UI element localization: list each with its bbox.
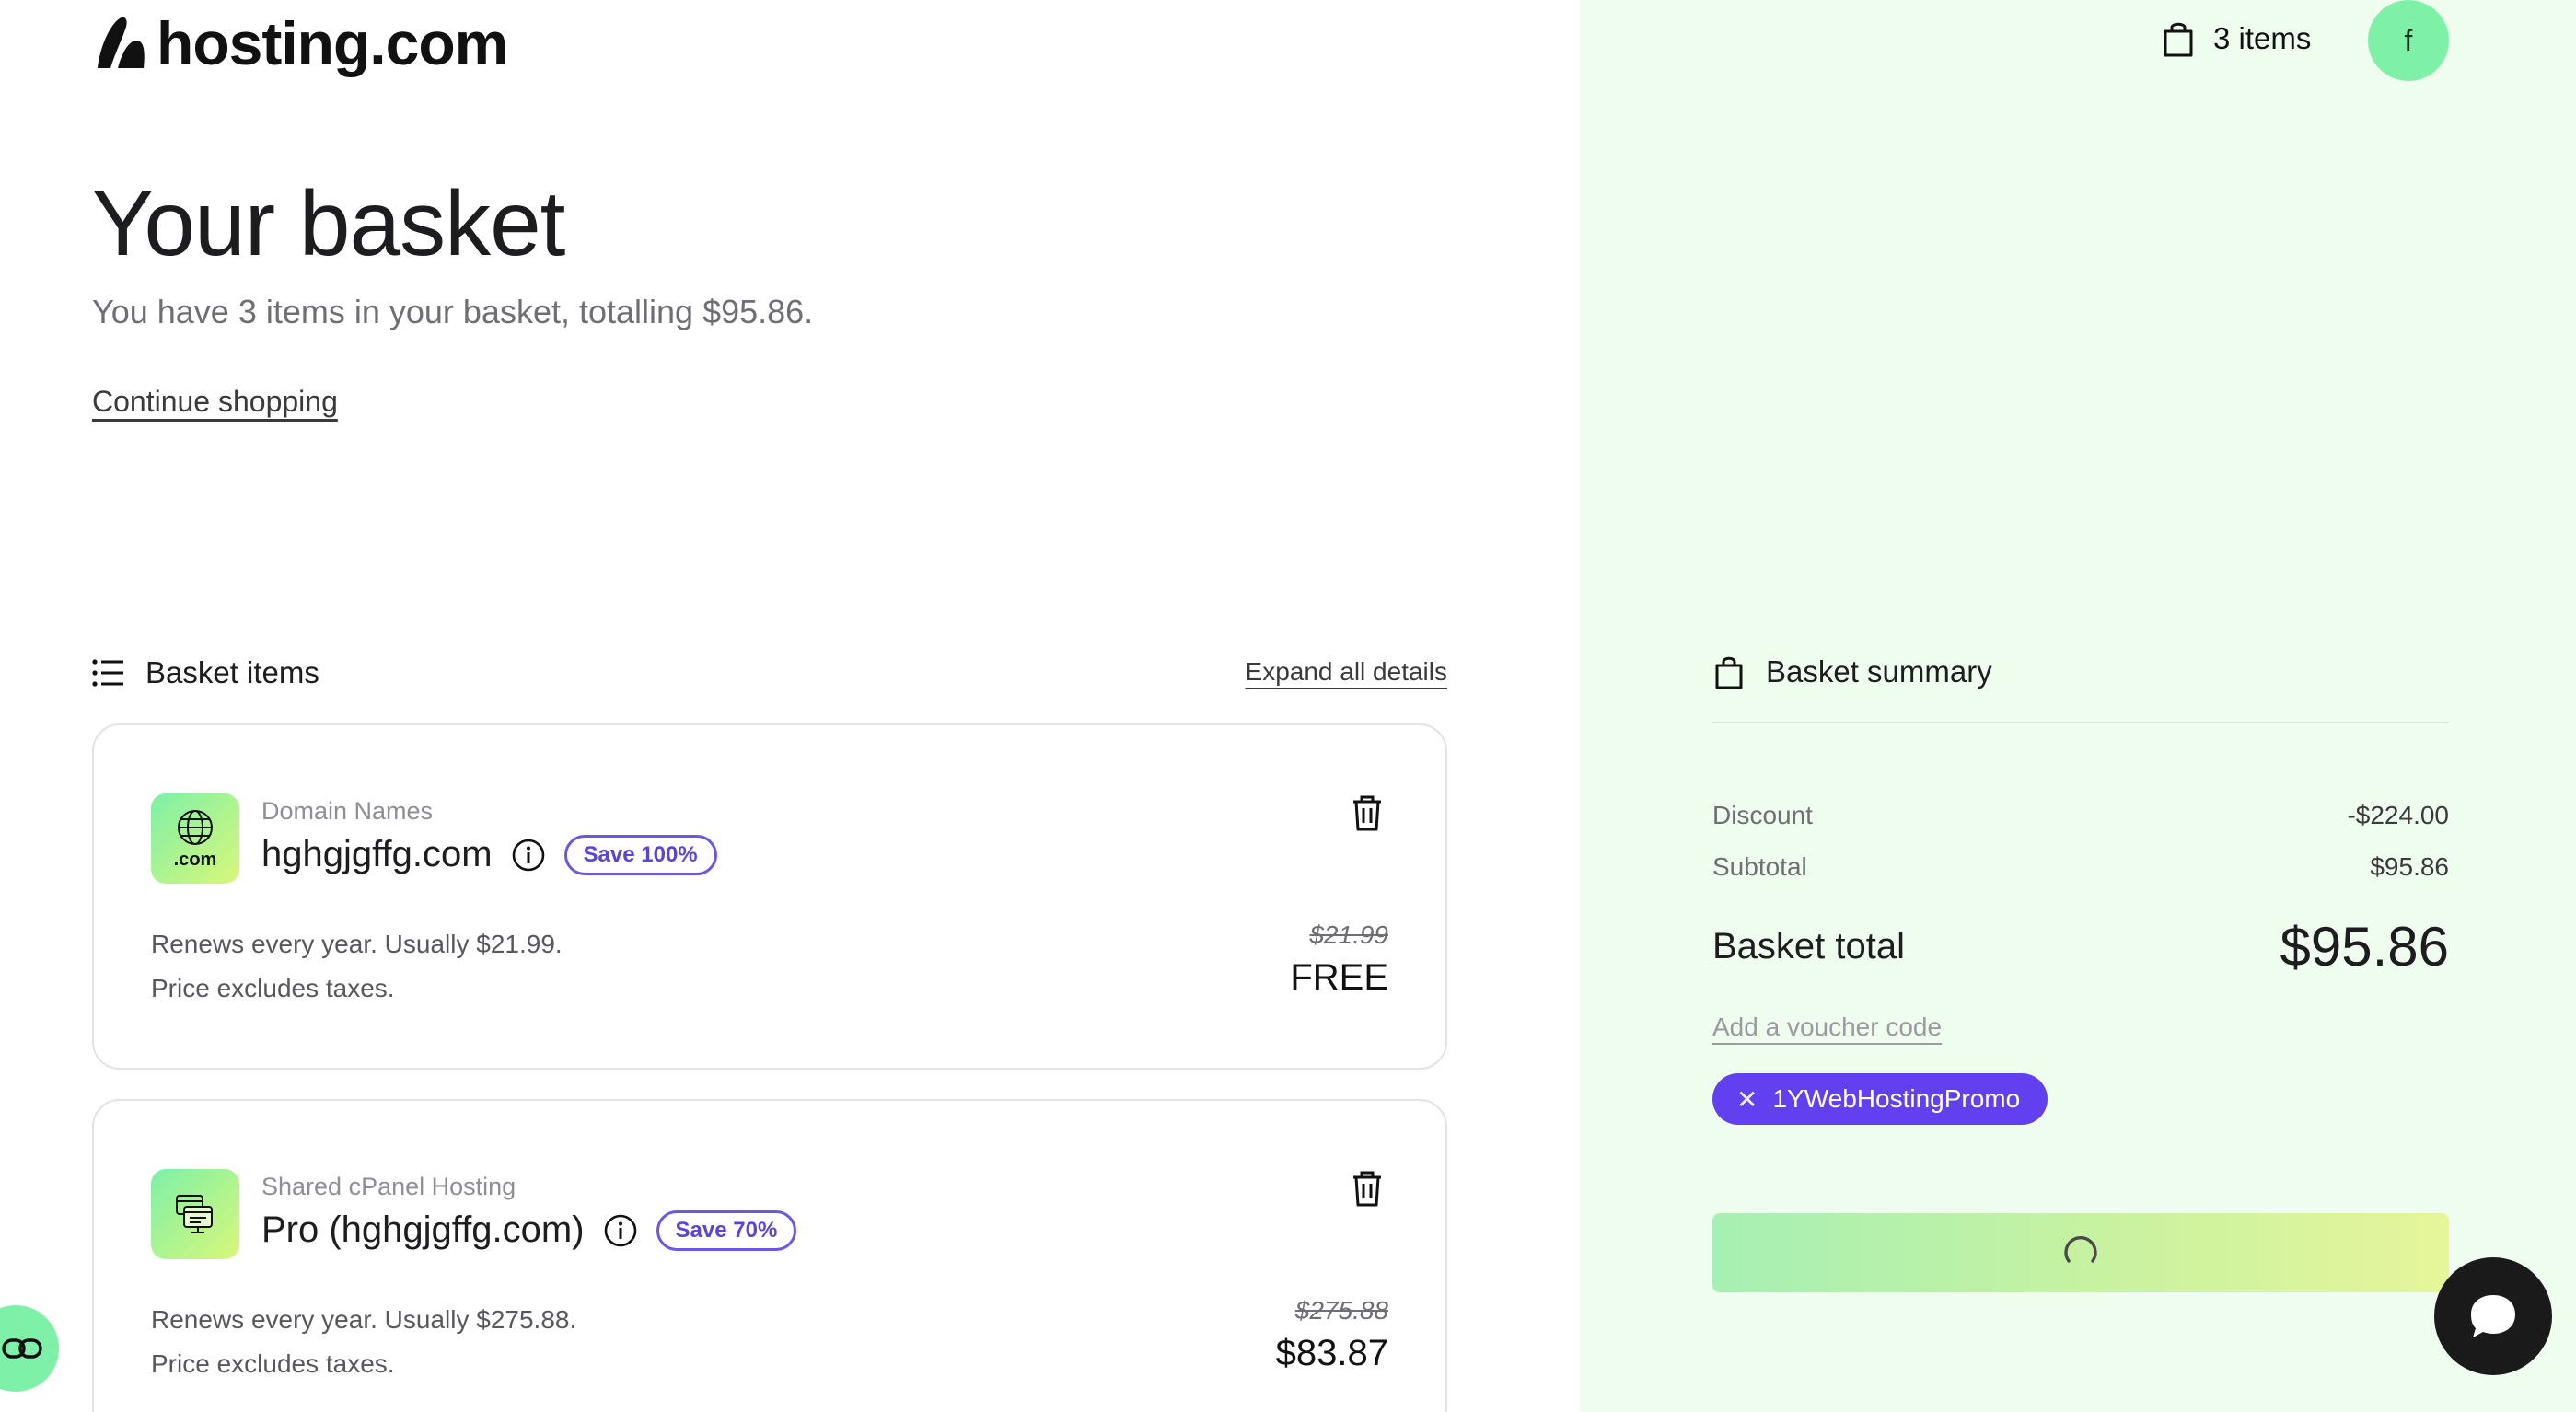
trash-icon[interactable] <box>1350 793 1385 832</box>
basket-total-value: $95.86 <box>2280 916 2449 978</box>
discount-label: Discount <box>1712 801 1813 829</box>
item-name: hghgjgffg.com <box>261 834 493 874</box>
globe-icon <box>178 809 213 845</box>
domain-product-icon: .com <box>151 793 239 884</box>
promo-code-label: 1YWebHostingPromo <box>1772 1084 2021 1113</box>
logo-text: hosting.com <box>157 9 508 77</box>
trash-icon[interactable] <box>1350 1169 1385 1208</box>
user-avatar[interactable]: f <box>2368 0 2449 81</box>
renewal-text: Renews every year. Usually $275.88. <box>151 1305 577 1334</box>
item-category: Shared cPanel Hosting <box>261 1173 516 1200</box>
basket-total-label: Basket total <box>1712 926 1906 966</box>
subtotal-row: Subtotal $95.86 <box>1712 852 2449 882</box>
remove-promo-icon[interactable]: ✕ <box>1736 1084 1758 1115</box>
basket-total-row: Basket total $95.86 <box>1712 915 2449 978</box>
basket-summary-pane <box>1580 0 2576 1412</box>
shopping-bag-icon <box>1715 656 1743 689</box>
logo-mark-icon <box>98 17 145 68</box>
add-voucher-link[interactable]: Add a voucher code <box>1712 1013 1942 1042</box>
link-icon <box>2 1338 42 1359</box>
item-price: FREE <box>1290 957 1388 998</box>
list-icon <box>92 659 123 687</box>
discount-row: Discount -$224.00 <box>1712 801 2449 830</box>
basket-summary-label: Basket summary <box>1766 654 1992 689</box>
basket-items-label: Basket items <box>145 655 319 689</box>
tax-note: Price excludes taxes. <box>151 1349 395 1378</box>
basket-item-domain: .com Domain Names hghgjgffg.com Save 100… <box>92 723 1447 1070</box>
summary-divider <box>1712 722 2449 723</box>
basket-subtitle: You have 3 items in your basket, totalli… <box>92 293 814 330</box>
dotcom-caption: .com <box>173 849 217 870</box>
item-price: $83.87 <box>1275 1333 1388 1373</box>
chat-bubble-icon <box>2471 1295 2515 1337</box>
continue-shopping-link[interactable]: Continue shopping <box>92 385 338 419</box>
hosting-panel-icon <box>176 1195 213 1233</box>
basket-item-hosting: Shared cPanel Hosting Pro (hghgjgffg.com… <box>92 1099 1447 1412</box>
save-badge: Save 70% <box>656 1209 797 1251</box>
info-icon[interactable] <box>511 838 546 873</box>
item-category: Domain Names <box>261 797 434 825</box>
site-logo[interactable]: hosting.com <box>92 9 508 77</box>
tax-note: Price excludes taxes. <box>151 974 395 1002</box>
expand-all-details-link[interactable]: Expand all details <box>1246 657 1447 687</box>
subtotal-value: $95.86 <box>2370 852 2449 881</box>
chat-widget-button[interactable] <box>2434 1257 2552 1375</box>
applied-promo-chip[interactable]: ✕ 1YWebHostingPromo <box>1712 1073 2048 1125</box>
renewal-info: Renews every year. Usually $275.88. Pric… <box>151 1298 576 1386</box>
original-price: $21.99 <box>1309 920 1388 949</box>
info-icon[interactable] <box>603 1213 638 1248</box>
save-badge: Save 100% <box>563 834 717 875</box>
discount-value: -$224.00 <box>2347 801 2449 829</box>
checkout-button[interactable] <box>1712 1213 2449 1292</box>
renewal-info: Renews every year. Usually $21.99. Price… <box>151 922 563 1011</box>
loading-spinner-icon <box>2064 1235 2097 1263</box>
hosting-product-icon <box>151 1169 239 1259</box>
renewal-text: Renews every year. Usually $21.99. <box>151 930 563 958</box>
page-title: Your basket <box>92 172 565 275</box>
subtotal-label: Subtotal <box>1712 852 1807 881</box>
shopping-bag-icon <box>2164 22 2193 57</box>
original-price: $275.88 <box>1294 1296 1388 1325</box>
cart-count-label: 3 items <box>2213 21 2312 55</box>
basket-items-heading: Basket items <box>92 655 319 690</box>
basket-summary-heading: Basket summary <box>1712 654 1992 690</box>
cart-button[interactable]: 3 items <box>2160 18 2311 59</box>
item-name: Pro (hghgjgffg.com) <box>261 1209 585 1250</box>
